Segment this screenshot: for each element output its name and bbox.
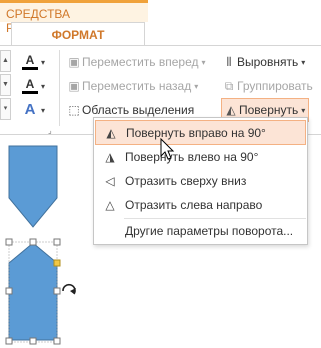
menu-item-flip-horizontal[interactable]: △ Отразить слева направо bbox=[95, 192, 306, 217]
chevron-down-icon: ▾ bbox=[194, 81, 199, 91]
scroll-down-button[interactable]: ▼ bbox=[0, 74, 11, 96]
text-outline-button[interactable]: A ▾ bbox=[22, 74, 62, 98]
flip-vertical-icon: ◁ bbox=[105, 173, 115, 188]
chevron-down-icon: ▾ bbox=[301, 105, 306, 115]
scroll-up-button[interactable]: ▲ bbox=[0, 50, 11, 72]
rotate-handle-icon bbox=[62, 283, 76, 295]
text-fill-icon: A bbox=[22, 54, 38, 70]
resize-handle bbox=[53, 337, 61, 345]
mouse-cursor-icon bbox=[160, 138, 175, 160]
menu-item-label: Отразить сверху вниз bbox=[125, 173, 247, 188]
send-backward-icon: ▣ bbox=[68, 79, 80, 93]
align-label: Выровнять bbox=[237, 55, 299, 69]
text-effects-icon: A bbox=[24, 101, 36, 118]
bring-forward-icon: ▣ bbox=[68, 55, 80, 69]
text-effects-button[interactable]: A ▾ bbox=[22, 98, 62, 122]
rotate-left-icon: ◮ bbox=[105, 149, 115, 164]
arrange-group: ▣ Переместить вперед ▾ ▣ Переместить наз… bbox=[66, 50, 216, 122]
chevron-down-icon: ▾ bbox=[201, 57, 206, 67]
menu-item-label: Повернуть вправо на 90° bbox=[126, 125, 266, 140]
selection-pane-label: Область выделения bbox=[82, 103, 195, 117]
resize-handle bbox=[29, 337, 37, 345]
tab-format-label: ФОРМАТ bbox=[51, 28, 105, 42]
text-outline-icon: A bbox=[22, 78, 38, 94]
chevron-down-icon: ▾ bbox=[41, 57, 46, 67]
resize-handle bbox=[5, 337, 13, 345]
flip-horizontal-icon: △ bbox=[105, 197, 115, 212]
context-tab-header: СРЕДСТВА РИСОВАНИЯ bbox=[0, 0, 148, 35]
tab-format[interactable]: ФОРМАТ bbox=[11, 22, 145, 46]
resize-handle bbox=[5, 287, 13, 295]
bring-forward-button[interactable]: ▣ Переместить вперед ▾ bbox=[66, 50, 216, 74]
menu-item-flip-vertical[interactable]: ◁ Отразить сверху вниз bbox=[95, 168, 306, 193]
resize-handle bbox=[29, 238, 37, 246]
menu-item-label: Повернуть влево на 90° bbox=[125, 149, 259, 164]
wordart-styles-group: A ▾ A ▾ A ▾ bbox=[22, 50, 62, 122]
chevron-down-icon: ▾ bbox=[41, 105, 46, 115]
group-icon: ⧉ bbox=[224, 79, 234, 93]
menu-item-label: Отразить слева направо bbox=[125, 197, 263, 212]
text-fill-button[interactable]: A ▾ bbox=[22, 50, 62, 74]
resize-handle bbox=[53, 238, 61, 246]
resize-handle bbox=[5, 238, 13, 246]
resize-handle bbox=[53, 287, 61, 295]
shape-styles-scroller: ▲ ▼ ▾ bbox=[0, 50, 11, 122]
chevron-down-icon: ▾ bbox=[301, 57, 306, 67]
chevron-down-icon: ▾ bbox=[41, 81, 46, 91]
menu-item-rotate-left[interactable]: ◮ Повернуть влево на 90° bbox=[95, 144, 306, 169]
group-button[interactable]: ⧉ Группировать bbox=[221, 74, 321, 98]
arrange-group-right: ⫴ Выровнять ▾ ⧉ Группировать ◭ Повернуть… bbox=[221, 50, 321, 122]
rotate-right-icon: ◭ bbox=[106, 125, 116, 140]
menu-item-rotate-right[interactable]: ◭ Повернуть вправо на 90° bbox=[95, 120, 306, 145]
lower-shape-part bbox=[8, 242, 58, 341]
adjust-handle bbox=[53, 259, 61, 267]
menu-item-label: Другие параметры поворота... bbox=[125, 223, 294, 238]
selection-pane-icon: ⬚ bbox=[68, 103, 80, 117]
more-styles-button[interactable]: ▾ bbox=[0, 98, 11, 120]
rotate-icon: ◭ bbox=[226, 103, 236, 117]
align-button[interactable]: ⫴ Выровнять ▾ bbox=[221, 50, 321, 74]
dialog-launcher-icon[interactable]: ⌟ bbox=[48, 126, 52, 135]
rotate-label: Повернуть bbox=[239, 103, 299, 117]
group-label: Группировать bbox=[237, 79, 313, 93]
send-backward-label: Переместить назад bbox=[82, 79, 192, 93]
send-backward-button[interactable]: ▣ Переместить назад ▾ bbox=[66, 74, 216, 98]
upper-shape-part bbox=[8, 145, 58, 228]
group-divider bbox=[59, 50, 60, 126]
bring-forward-label: Переместить вперед bbox=[82, 55, 199, 69]
rotate-menu: ◭ Повернуть вправо на 90° ◮ Повернуть вл… bbox=[93, 117, 308, 245]
menu-item-more-rotation-options[interactable]: Другие параметры поворота... bbox=[95, 218, 306, 243]
align-icon: ⫴ bbox=[226, 55, 232, 69]
